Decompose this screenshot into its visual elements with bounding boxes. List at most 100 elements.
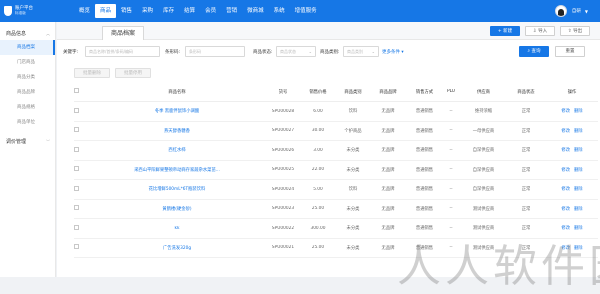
avatar <box>554 5 567 17</box>
row-actions: 修改 删除 <box>546 128 598 134</box>
delete-link[interactable]: 删除 <box>574 148 583 153</box>
goods-status: 正常 <box>521 187 531 193</box>
sidebar-item-goods-category[interactable]: 商品分类 <box>0 70 55 85</box>
row-checkbox[interactable] <box>74 205 86 212</box>
goods-sale-mode: 普通销售 <box>415 245 434 251</box>
batch-delete-button[interactable]: 批量删除 <box>74 68 110 78</box>
page-title[interactable]: 商品档案 <box>102 26 145 40</box>
col-header-name: 商品名称 <box>168 89 186 95</box>
goods-name-link[interactable]: 黄鹤楼(硬金砂) <box>86 206 268 212</box>
status-select[interactable]: 商品状态 ⌄ <box>276 46 316 57</box>
goods-name-link[interactable]: 燕天醇香糖香 <box>86 128 268 134</box>
export-button[interactable]: ⇧ 导出 <box>560 26 590 36</box>
barcode-input[interactable]: 条形码 <box>185 46 245 57</box>
delete-link[interactable]: 删除 <box>574 168 583 173</box>
row-checkbox[interactable] <box>74 224 86 232</box>
goods-sale-mode: 普通销售 <box>415 167 434 173</box>
row-checkbox[interactable] <box>74 107 86 115</box>
goods-price: 5.00 <box>313 186 323 192</box>
select-all-checkbox[interactable] <box>74 88 86 95</box>
goods-name-link[interactable]: kk <box>86 226 268 231</box>
reset-button[interactable]: 重置 <box>555 46 585 57</box>
more-conditions-link[interactable]: 更多条件 ▾ <box>382 49 404 55</box>
nav-members[interactable]: 会员 <box>200 0 221 22</box>
sidebar-item-store-goods[interactable]: 门店商品 <box>0 55 55 70</box>
delete-link[interactable]: 删除 <box>574 226 583 231</box>
query-button[interactable]: ⌕ 查询 <box>519 46 549 57</box>
goods-code: SPU00021 <box>271 245 295 251</box>
app-logo[interactable]: 账户平台 标准版 <box>4 4 66 17</box>
edit-link[interactable]: 修改 <box>561 109 570 114</box>
edit-link[interactable]: 修改 <box>561 187 570 192</box>
delete-link[interactable]: 删除 <box>574 207 583 212</box>
goods-name-link[interactable]: 西红水柿 <box>86 147 268 153</box>
nav-inventory[interactable]: 库存 <box>158 0 179 22</box>
edit-link[interactable]: 修改 <box>561 226 570 231</box>
row-checkbox[interactable] <box>74 127 86 134</box>
nav-goods[interactable]: 商品 <box>95 4 117 18</box>
nav-overview[interactable]: 概览 <box>74 0 95 22</box>
goods-name-link[interactable]: 花比增鲜500mL*6T瓶装饮料 <box>86 186 268 192</box>
delete-link[interactable]: 删除 <box>574 246 583 251</box>
goods-brand: 无品牌 <box>381 148 395 154</box>
goods-plu: -- <box>449 108 453 114</box>
row-checkbox[interactable] <box>74 166 86 173</box>
sidebar-item-goods-archive[interactable]: 商品档案 <box>0 40 55 55</box>
user-name: 自研 <box>571 9 581 14</box>
row-checkbox[interactable] <box>74 244 86 251</box>
keyword-input[interactable]: 商品名称/首拼/条码/编码 <box>85 46 160 57</box>
sidebar-item-goods-brand[interactable]: 商品品牌 <box>0 85 55 100</box>
nav-settlement[interactable]: 结算 <box>179 0 200 22</box>
status-label: 商品状态: <box>253 50 273 55</box>
nav-micro-mall[interactable]: 微商城 <box>242 0 269 22</box>
col-header-brand: 商品品牌 <box>379 89 397 95</box>
goods-sale-mode: 普通销售 <box>415 148 434 154</box>
table-row: 花比增鲜500mL*6T瓶装饮料 SPU00024 5.00 饮料 无品牌 普通销售 -- 自… <box>74 180 598 200</box>
col-header-supplier: 供应商 <box>477 89 490 95</box>
sidebar-group-price-adjust[interactable]: 调价管理 ﹀ <box>0 136 55 148</box>
shield-logo-icon <box>4 5 12 16</box>
goods-brand: 无品牌 <box>381 187 395 193</box>
category-select[interactable]: 商品类别 ⌄ <box>343 46 379 57</box>
nav-purchase[interactable]: 采购 <box>137 0 158 22</box>
goods-sale-mode: 普通销售 <box>415 206 434 212</box>
goods-name-link[interactable]: 广告洗发320g <box>86 245 268 251</box>
delete-link[interactable]: 删除 <box>574 187 583 192</box>
edit-link[interactable]: 修改 <box>561 129 570 134</box>
nav-value-added[interactable]: 增值服务 <box>290 0 322 22</box>
goods-name-link[interactable]: 冬季 黑鹿伴鼠饰小调酸 <box>86 108 268 114</box>
row-checkbox[interactable] <box>74 185 86 193</box>
table-row: 黄鹤楼(硬金砂) SPU00023 25.00 未分类 无品牌 普通销售 -- 测试供应商 正常… <box>74 200 598 219</box>
row-checkbox[interactable] <box>74 146 86 154</box>
goods-name-link[interactable]: 采西山平阳鲜果整顿帝动商存家蔬杂水菜苗... <box>86 167 268 173</box>
sidebar-item-goods-spec[interactable]: 商品规格 <box>0 100 55 115</box>
edit-link[interactable]: 修改 <box>561 168 570 173</box>
goods-plu: -- <box>449 167 453 173</box>
goods-code: SPU00027 <box>271 128 295 134</box>
edit-link[interactable]: 修改 <box>561 246 570 251</box>
nav-sales[interactable]: 销售 <box>116 0 137 22</box>
nav-system[interactable]: 系统 <box>269 0 290 22</box>
table-row: 采西山平阳鲜果整顿帝动商存家蔬杂水菜苗... SPU00025 22.00 未分类 无品… <box>74 161 598 180</box>
chevron-down-icon: ⌄ <box>308 49 312 54</box>
delete-link[interactable]: 删除 <box>574 109 583 114</box>
goods-category: 未分类 <box>346 245 360 251</box>
table-header: 商品名称 货号 销售价格 商品类别 商品品牌 销售方式 PLU 供应商 商品状态… <box>74 82 598 102</box>
col-header-category: 商品类别 <box>344 89 362 95</box>
delete-link[interactable]: 删除 <box>574 129 583 134</box>
user-menu[interactable]: 自研 ▼ <box>554 4 588 18</box>
goods-sale-mode: 普通销售 <box>415 128 434 134</box>
goods-price: 6.00 <box>313 108 323 114</box>
sidebar-group-goods-info[interactable]: 商品信息 ︿ <box>0 28 55 40</box>
goods-price: 22.00 <box>311 167 325 173</box>
import-button[interactable]: ⇩ 导入 <box>525 26 555 36</box>
sidebar-item-goods-unit[interactable]: 商品单位 <box>0 115 55 130</box>
table-row: 西红水柿 SPU00026 3.00 未分类 无品牌 普通销售 -- 自深供应商 正常 修改 删除 <box>74 141 598 161</box>
batch-disable-button[interactable]: 批量停用 <box>115 68 151 78</box>
col-header-plu: PLU <box>447 89 455 94</box>
edit-link[interactable]: 修改 <box>561 207 570 212</box>
new-button[interactable]: + 新建 <box>490 26 520 36</box>
goods-plu: -- <box>449 225 453 231</box>
nav-marketing[interactable]: 营销 <box>221 0 242 22</box>
edit-link[interactable]: 修改 <box>561 148 570 153</box>
